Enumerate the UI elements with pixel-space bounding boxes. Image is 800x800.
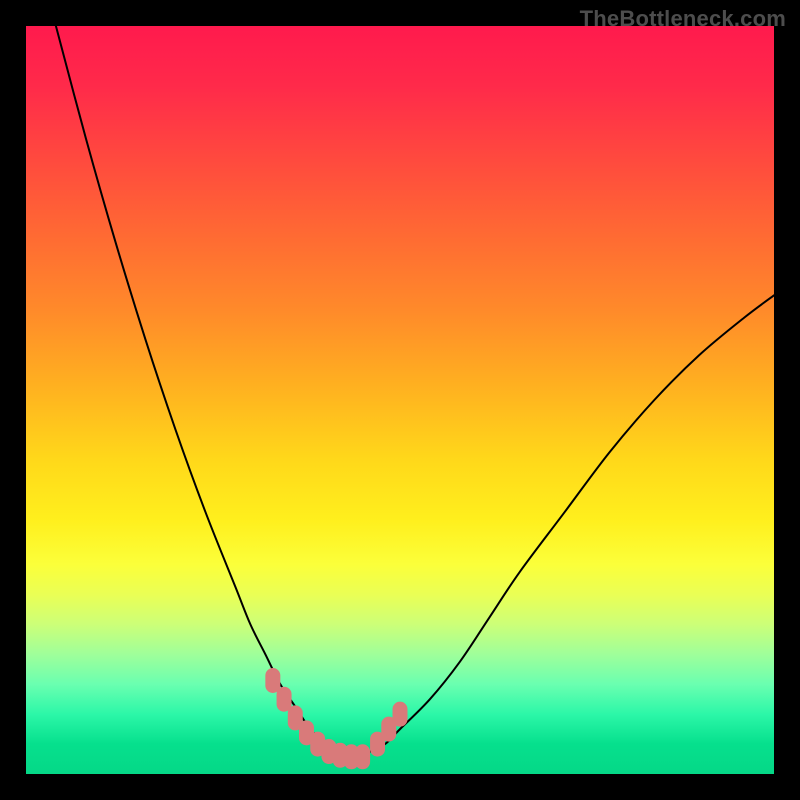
plot-area	[26, 26, 774, 774]
data-marker	[266, 669, 280, 693]
chart-frame: TheBottleneck.com	[0, 0, 800, 800]
data-marker	[277, 687, 291, 711]
data-marker	[356, 745, 370, 769]
curve-layer	[56, 26, 774, 752]
watermark-text: TheBottleneck.com	[580, 6, 786, 32]
chart-svg	[26, 26, 774, 774]
marker-layer	[266, 669, 407, 769]
curve-right-branch	[370, 295, 774, 751]
curve-left-branch	[56, 26, 333, 752]
data-marker	[393, 702, 407, 726]
